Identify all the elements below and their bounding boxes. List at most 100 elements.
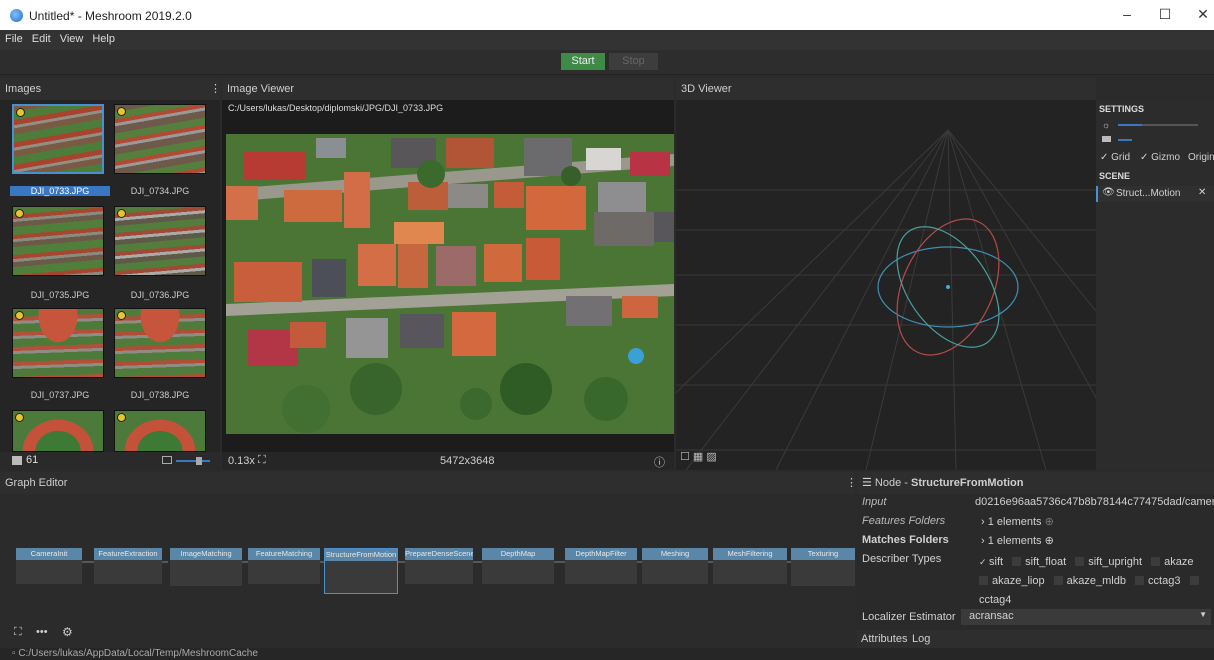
thumbnail-image[interactable] bbox=[114, 308, 206, 378]
camera-slider[interactable] bbox=[1118, 139, 1132, 141]
scene-title: SCENE bbox=[1099, 171, 1131, 181]
thumbnail-label: DJI_0733.JPG bbox=[10, 186, 110, 196]
graph-node[interactable]: MeshFiltering bbox=[713, 548, 787, 584]
menu-edit[interactable]: Edit bbox=[27, 30, 55, 45]
features-count: 1 elements bbox=[987, 516, 1042, 528]
thumbnail-label: DJI_0737.JPG bbox=[30, 390, 90, 400]
tab-attributes[interactable]: Attributes bbox=[861, 633, 907, 645]
start-button[interactable]: Start bbox=[561, 53, 605, 70]
slider-handle[interactable] bbox=[196, 457, 202, 465]
node-attributes-panel: ☰ Node - StructureFromMotion Input d0216… bbox=[857, 472, 1214, 648]
fit-icon[interactable]: ⛶ bbox=[258, 454, 266, 467]
info-icon[interactable]: ⓘ bbox=[654, 454, 665, 470]
checkbox-box bbox=[1189, 576, 1199, 585]
settings-title: SETTINGS bbox=[1099, 104, 1145, 114]
aerial-photo[interactable] bbox=[226, 134, 674, 434]
graph-fit-icon[interactable]: ⛶ bbox=[14, 626, 22, 639]
grid-toggle[interactable]: ✓ Grid bbox=[1100, 152, 1130, 163]
minimize-button[interactable]: – bbox=[1112, 6, 1142, 22]
checkbox-box bbox=[979, 576, 988, 585]
close-button[interactable]: ✕ bbox=[1188, 6, 1214, 23]
remove-icon[interactable]: ✕ bbox=[1198, 187, 1206, 198]
checkbox-label: sift bbox=[989, 556, 1004, 568]
star-icon bbox=[117, 209, 126, 218]
checkbox-label: akaze_mldb bbox=[1066, 575, 1126, 587]
check-icon: ✓ bbox=[979, 557, 990, 567]
aerial-photo-drawing bbox=[226, 134, 674, 434]
input-field[interactable]: d0216e96aa5736c47b8b78144c77475dad/camer… bbox=[975, 496, 1214, 508]
graph-node[interactable]: DepthMapFilter bbox=[565, 548, 637, 584]
checkbox-box bbox=[1135, 576, 1145, 585]
graph-node-selected[interactable]: StructureFromMotion bbox=[324, 548, 398, 594]
graph-node[interactable]: FeatureExtraction bbox=[94, 548, 162, 584]
checkbox-sift-upright[interactable]: sift_upright bbox=[1075, 556, 1142, 568]
graph-node[interactable]: Meshing bbox=[642, 548, 708, 584]
menu-file[interactable]: File bbox=[0, 30, 27, 45]
graph-node[interactable]: FeatureMatching bbox=[248, 548, 320, 584]
checkbox-box bbox=[1075, 557, 1085, 566]
thumbnail-image[interactable] bbox=[114, 206, 206, 276]
thumbnail-image[interactable] bbox=[12, 104, 104, 174]
checkbox-sift-float[interactable]: sift_float bbox=[1012, 556, 1066, 568]
graph-node[interactable]: Texturing bbox=[791, 548, 855, 586]
scene-item[interactable]: 👁 Struct...Motion ✕ bbox=[1096, 186, 1214, 202]
images-menu-icon[interactable]: ⋮ bbox=[210, 78, 221, 100]
graph-settings-icon[interactable]: ⚙ bbox=[62, 625, 73, 639]
input-label: Input bbox=[862, 496, 887, 508]
node-title: PrepareDenseScene bbox=[405, 548, 473, 560]
menu-view[interactable]: View bbox=[55, 30, 88, 45]
describer-types-label: Describer Types bbox=[862, 553, 942, 565]
stop-button[interactable]: Stop bbox=[609, 53, 658, 70]
tab-log[interactable]: Log bbox=[912, 633, 930, 645]
checkbox-akaze-liop[interactable]: akaze_liop bbox=[979, 575, 1045, 587]
graph-node[interactable]: DepthMap bbox=[482, 548, 554, 584]
checkbox-label: cctag4 bbox=[979, 594, 1012, 606]
gizmo-toggle[interactable]: ✓ Gizmo bbox=[1140, 152, 1180, 163]
matches-folders-value[interactable]: › 1 elements ⊕ bbox=[981, 534, 1054, 547]
graph-node[interactable]: PrepareDenseScene bbox=[405, 548, 473, 584]
add-icon[interactable]: ⊕ bbox=[1045, 535, 1054, 547]
matches-count: 1 elements bbox=[987, 535, 1042, 547]
toolbar bbox=[0, 50, 1214, 75]
thumbnail-image[interactable] bbox=[12, 410, 104, 452]
add-icon[interactable]: ⊕ bbox=[1045, 516, 1054, 528]
thumbnail-image[interactable] bbox=[12, 308, 104, 378]
checkbox-sift[interactable]: ✓ sift bbox=[979, 556, 1003, 568]
graph-more-icon[interactable]: ••• bbox=[36, 626, 48, 638]
scene-item-label: Struct...Motion bbox=[1116, 188, 1181, 199]
image-viewer-panel: Image Viewer C:/Users/lukas/Desktop/dipl… bbox=[222, 78, 674, 470]
meshroom-logo-icon bbox=[10, 9, 23, 22]
node-list-icon: ☰ bbox=[862, 477, 875, 489]
localizer-estimator-select[interactable]: acransac ▼ bbox=[961, 609, 1211, 625]
checkbox-akaze-mldb[interactable]: akaze_mldb bbox=[1053, 575, 1126, 587]
thumbnail-image[interactable] bbox=[114, 410, 206, 452]
3d-viewer-panel[interactable]: 3D Viewer ☐ ▦ ▨ bbox=[676, 78, 1096, 470]
graph-menu-icon[interactable]: ⋮ bbox=[846, 472, 857, 494]
light-icon: ☼ bbox=[1102, 120, 1111, 130]
menu-help[interactable]: Help bbox=[87, 30, 119, 45]
node-title: StructureFromMotion bbox=[325, 549, 397, 561]
view-mode-icons[interactable]: ☐ ▦ ▨ bbox=[680, 450, 717, 463]
light-slider[interactable] bbox=[1118, 124, 1142, 126]
checkbox-label: akaze_liop bbox=[992, 575, 1045, 587]
graph-node[interactable]: CameraInit bbox=[16, 548, 82, 584]
thumbnail-image[interactable] bbox=[114, 104, 206, 174]
thumbnail-image[interactable] bbox=[12, 206, 104, 276]
visibility-icon[interactable]: 👁 bbox=[1102, 187, 1115, 198]
features-folders-value[interactable]: › 1 elements ⊕ bbox=[981, 515, 1054, 528]
maximize-button[interactable]: ☐ bbox=[1150, 6, 1180, 23]
node-title: Texturing bbox=[791, 548, 855, 560]
thumbnail-label: DJI_0736.JPG bbox=[130, 290, 190, 300]
dropdown-arrow-icon: ▼ bbox=[1199, 610, 1207, 619]
thumbnail-size-slider[interactable] bbox=[176, 460, 210, 462]
star-icon bbox=[15, 413, 24, 422]
title-bar: Untitled* - Meshroom 2019.2.0 – ☐ ✕ bbox=[0, 0, 1214, 30]
checkbox-akaze[interactable]: akaze bbox=[1151, 556, 1193, 568]
origin-toggle[interactable]: Origin bbox=[1188, 152, 1214, 163]
checkbox-cctag3[interactable]: cctag3 bbox=[1135, 575, 1180, 587]
thumbnail-label: DJI_0734.JPG bbox=[130, 186, 190, 196]
thumbnail-label: DJI_0735.JPG bbox=[30, 290, 90, 300]
image-resolution: 5472x3648 bbox=[440, 455, 495, 467]
chevron-right-icon: › bbox=[981, 535, 985, 547]
graph-node[interactable]: ImageMatching bbox=[170, 548, 242, 586]
